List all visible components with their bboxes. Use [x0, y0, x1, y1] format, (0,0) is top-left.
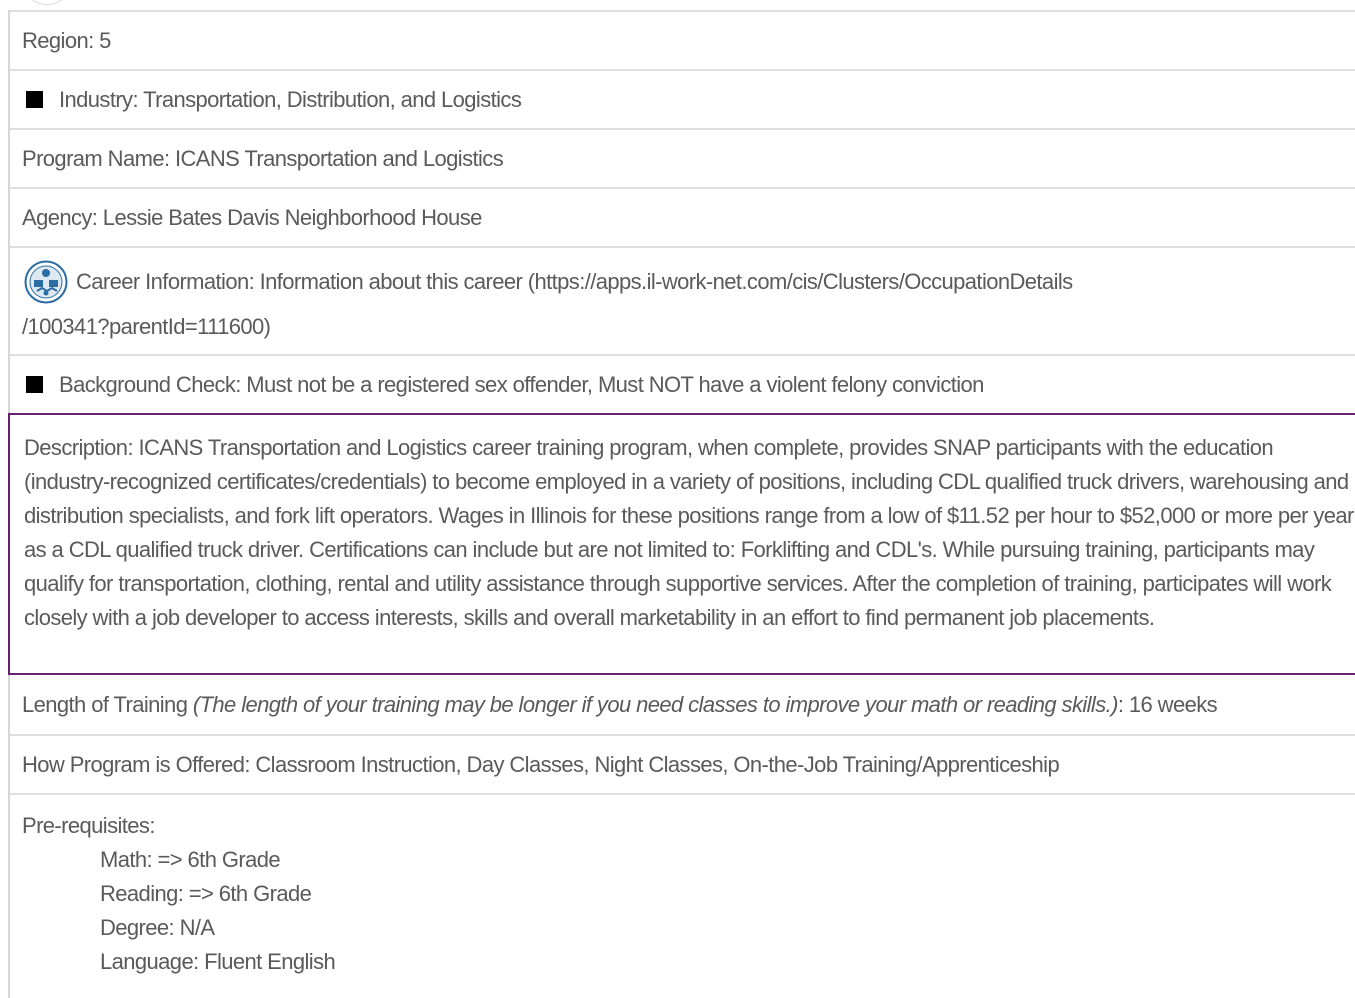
- length-of-training-row: Length of Training (The length of your t…: [10, 675, 1355, 734]
- prerequisite-language: Language: Fluent English: [100, 949, 336, 974]
- background-check-text: Background Check: Must not be a register…: [59, 371, 984, 397]
- agency-row: Agency: Lessie Bates Davis Neighborhood …: [10, 187, 1355, 246]
- description-text: Description: ICANS Transportation and Lo…: [24, 435, 1354, 630]
- description-row: Description: ICANS Transportation and Lo…: [8, 413, 1355, 675]
- industry-text: Industry: Transportation, Distribution, …: [59, 86, 522, 112]
- region-row: Region: 5: [10, 10, 1355, 69]
- background-check-row: Background Check: Must not be a register…: [10, 354, 1355, 413]
- career-information-link[interactable]: Career Information: Information about th…: [76, 267, 1073, 297]
- black-square-icon: [26, 91, 43, 108]
- top-avatar-edge: [24, 0, 70, 5]
- prerequisite-reading: Reading: => 6th Grade: [100, 881, 312, 906]
- career-information-row: Career Information: Information about th…: [10, 246, 1355, 354]
- prerequisites-label: Pre-requisites:: [22, 813, 155, 838]
- length-of-training-label: Length of Training: [22, 691, 193, 717]
- prerequisite-degree: Degree: N/A: [100, 915, 215, 940]
- program-details-list: Region: 5 Industry: Transportation, Dist…: [8, 10, 1355, 998]
- prerequisites-row: Pre-requisites: Math: => 6th Grade Readi…: [10, 793, 1355, 998]
- agency-text: Agency: Lessie Bates Davis Neighborhood …: [22, 204, 482, 230]
- program-offered-row: How Program is Offered: Classroom Instru…: [10, 734, 1355, 793]
- region-text: Region: 5: [22, 27, 111, 53]
- industry-row: Industry: Transportation, Distribution, …: [10, 69, 1355, 128]
- length-of-training-note: (The length of your training may be long…: [192, 691, 1119, 717]
- black-square-icon: [26, 376, 43, 393]
- program-offered-text: How Program is Offered: Classroom Instru…: [22, 751, 1060, 777]
- career-cluster-icon: [24, 260, 68, 304]
- program-name-text: Program Name: ICANS Transportation and L…: [22, 145, 504, 171]
- program-name-row: Program Name: ICANS Transportation and L…: [10, 128, 1355, 187]
- length-of-training-value: : 16 weeks: [1117, 691, 1218, 717]
- prerequisite-math: Math: => 6th Grade: [100, 847, 281, 872]
- career-information-link-continued[interactable]: /100341?parentId=111600): [22, 314, 271, 339]
